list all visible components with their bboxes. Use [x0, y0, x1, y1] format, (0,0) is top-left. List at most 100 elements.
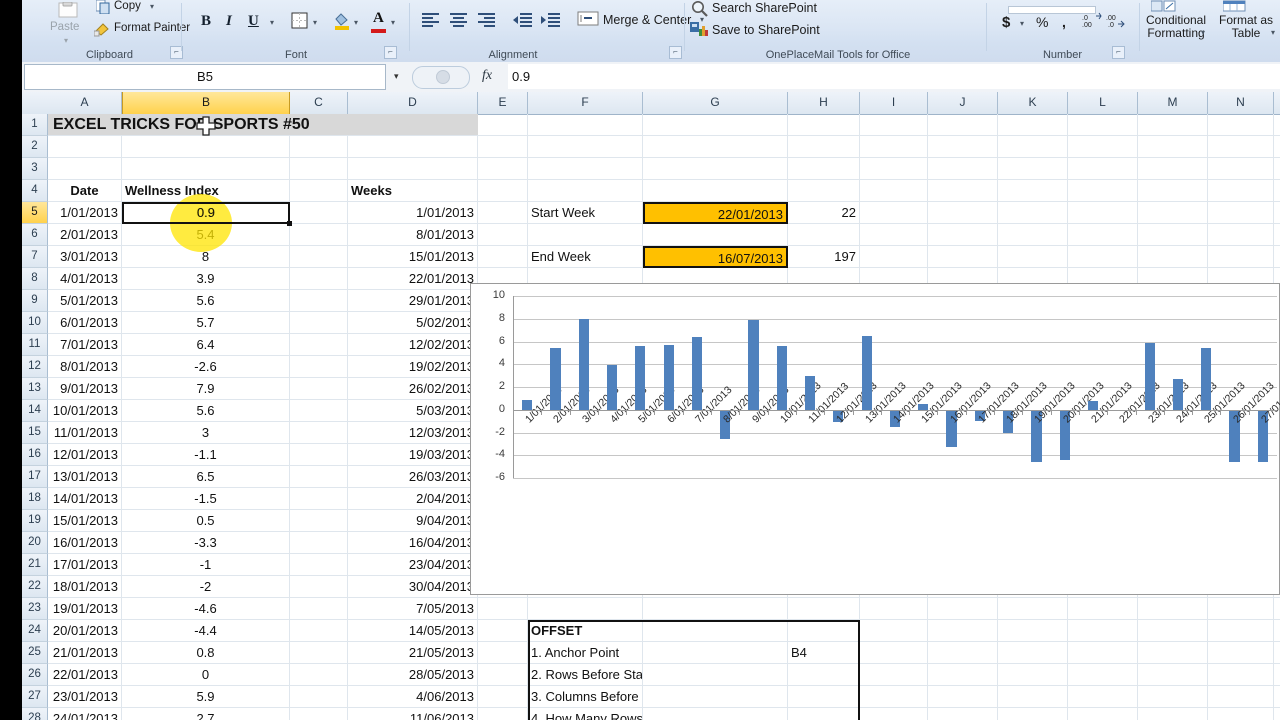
save-to-sharepoint-icon[interactable] [690, 21, 708, 37]
cell-date-13[interactable]: 9/01/2013 [48, 378, 122, 400]
cell-F4[interactable] [528, 180, 643, 202]
cell-week-11[interactable]: 12/02/2013 [348, 334, 478, 356]
cell-F6[interactable] [528, 224, 643, 246]
cell-E3[interactable] [478, 158, 528, 180]
cell-L5[interactable] [1068, 202, 1138, 224]
header-weeks[interactable]: Weeks [348, 180, 478, 202]
cell-K2[interactable] [998, 136, 1068, 158]
underline-dropdown-caret[interactable]: ▾ [270, 18, 274, 27]
cell-L24[interactable] [1068, 620, 1138, 642]
cell-week-27[interactable]: 4/06/2013 [348, 686, 478, 708]
cell-C8[interactable] [290, 268, 348, 290]
cell-K5[interactable] [998, 202, 1068, 224]
cell-L3[interactable] [1068, 158, 1138, 180]
cell-wellness-24[interactable]: -4.4 [122, 620, 290, 642]
column-header-M[interactable]: M [1138, 92, 1208, 114]
column-header-I[interactable]: I [860, 92, 928, 114]
cell-C21[interactable] [290, 554, 348, 576]
cell-E23[interactable] [478, 598, 528, 620]
end-week-label[interactable]: End Week [528, 246, 643, 268]
column-header-D[interactable]: D [348, 92, 478, 114]
align-right-icon[interactable] [477, 12, 497, 28]
cell-date-14[interactable]: 10/01/2013 [48, 400, 122, 422]
cell-week-6[interactable]: 8/01/2013 [348, 224, 478, 246]
column-header-B[interactable]: B [122, 92, 290, 114]
currency-dropdown-caret[interactable]: ▾ [1020, 19, 1024, 28]
cell-A2[interactable] [48, 136, 122, 158]
cell-J24[interactable] [928, 620, 998, 642]
cell-week-24[interactable]: 14/05/2013 [348, 620, 478, 642]
font-color-swatch[interactable] [371, 29, 386, 33]
cell-L27[interactable] [1068, 686, 1138, 708]
cell-M25[interactable] [1138, 642, 1208, 664]
column-header-A[interactable]: A [48, 92, 122, 114]
cell-K25[interactable] [998, 642, 1068, 664]
cell-F1[interactable] [528, 114, 643, 136]
cell-J26[interactable] [928, 664, 998, 686]
cell-wellness-8[interactable]: 3.9 [122, 268, 290, 290]
cell-O6[interactable] [1274, 224, 1280, 246]
cell-N1[interactable] [1208, 114, 1274, 136]
cell-M24[interactable] [1138, 620, 1208, 642]
cell-K3[interactable] [998, 158, 1068, 180]
cell-E5[interactable] [478, 202, 528, 224]
row-header-1[interactable]: 1 [22, 114, 48, 136]
cell-E24[interactable] [478, 620, 528, 642]
cell-week-21[interactable]: 23/04/2013 [348, 554, 478, 576]
end-week-value[interactable]: 16/07/2013 [643, 246, 788, 268]
row-header-28[interactable]: 28 [22, 708, 48, 720]
cell-E7[interactable] [478, 246, 528, 268]
cell-I27[interactable] [860, 686, 928, 708]
cell-M26[interactable] [1138, 664, 1208, 686]
font-color-icon[interactable]: A [373, 10, 384, 27]
format-as-table-label[interactable]: Format as Table [1213, 14, 1279, 40]
cell-E25[interactable] [478, 642, 528, 664]
cell-week-9[interactable]: 29/01/2013 [348, 290, 478, 312]
cell-date-5[interactable]: 1/01/2013 [48, 202, 122, 224]
cell-C26[interactable] [290, 664, 348, 686]
cell-M3[interactable] [1138, 158, 1208, 180]
row-header-13[interactable]: 13 [22, 378, 48, 400]
cell-wellness-26[interactable]: 0 [122, 664, 290, 686]
cell-L7[interactable] [1068, 246, 1138, 268]
row-header-27[interactable]: 27 [22, 686, 48, 708]
cell-wellness-20[interactable]: -3.3 [122, 532, 290, 554]
row-header-15[interactable]: 15 [22, 422, 48, 444]
cell-N3[interactable] [1208, 158, 1274, 180]
cell-E1[interactable] [478, 114, 528, 136]
cell-M7[interactable] [1138, 246, 1208, 268]
cell-E2[interactable] [478, 136, 528, 158]
cell-I3[interactable] [860, 158, 928, 180]
cell-date-11[interactable]: 7/01/2013 [48, 334, 122, 356]
cell-N26[interactable] [1208, 664, 1274, 686]
cell-wellness-9[interactable]: 5.6 [122, 290, 290, 312]
cell-week-18[interactable]: 2/04/2013 [348, 488, 478, 510]
cell-week-8[interactable]: 22/01/2013 [348, 268, 478, 290]
row-header-10[interactable]: 10 [22, 312, 48, 334]
cell-G23[interactable] [643, 598, 788, 620]
cell-O23[interactable] [1274, 598, 1280, 620]
cell-M23[interactable] [1138, 598, 1208, 620]
cell-M28[interactable] [1138, 708, 1208, 720]
row-header-12[interactable]: 12 [22, 356, 48, 378]
number-dialog-launcher[interactable]: ⌐ [1112, 46, 1125, 59]
cell-date-18[interactable]: 14/01/2013 [48, 488, 122, 510]
cell-M2[interactable] [1138, 136, 1208, 158]
cell-date-22[interactable]: 18/01/2013 [48, 576, 122, 598]
cell-O5[interactable] [1274, 202, 1280, 224]
cell-wellness-11[interactable]: 6.4 [122, 334, 290, 356]
cell-H6[interactable] [788, 224, 860, 246]
cell-wellness-active[interactable]: 0.9 [122, 202, 290, 224]
cell-I7[interactable] [860, 246, 928, 268]
cell-date-26[interactable]: 22/01/2013 [48, 664, 122, 686]
cell-J4[interactable] [928, 180, 998, 202]
cell-date-20[interactable]: 16/01/2013 [48, 532, 122, 554]
cell-E6[interactable] [478, 224, 528, 246]
cell-I23[interactable] [860, 598, 928, 620]
cell-N4[interactable] [1208, 180, 1274, 202]
cell-K23[interactable] [998, 598, 1068, 620]
cell-K28[interactable] [998, 708, 1068, 720]
cell-C15[interactable] [290, 422, 348, 444]
row-header-4[interactable]: 4 [22, 180, 48, 202]
cell-O25[interactable] [1274, 642, 1280, 664]
